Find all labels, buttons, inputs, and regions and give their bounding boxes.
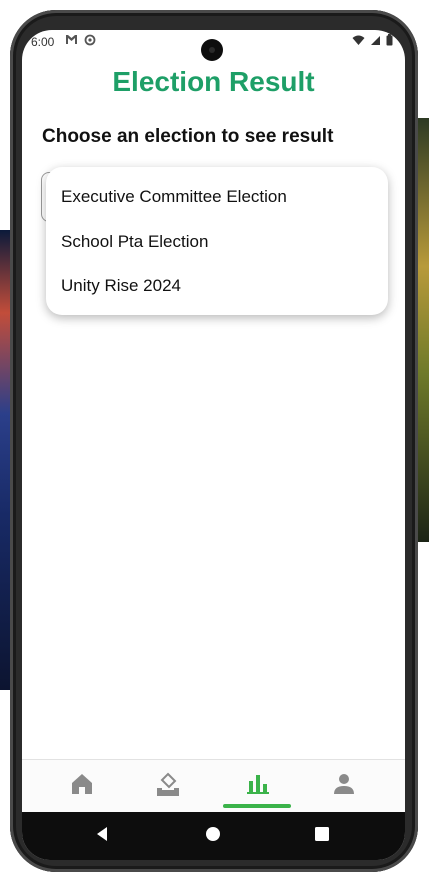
gmail-icon xyxy=(65,34,78,49)
active-tab-indicator xyxy=(223,804,291,808)
stage: 6:00 Election Result Choose an election … xyxy=(0,0,429,880)
status-right-icons xyxy=(352,34,393,49)
sync-icon xyxy=(84,34,96,49)
recents-icon xyxy=(315,826,329,846)
status-left-icons xyxy=(65,34,96,49)
person-icon xyxy=(332,772,356,801)
home-circle-icon xyxy=(205,826,221,847)
election-prompt: Choose an election to see result xyxy=(42,126,334,147)
bar-chart-icon xyxy=(246,772,270,801)
status-time: 6:00 xyxy=(31,35,55,49)
wifi-icon xyxy=(352,35,365,49)
back-button[interactable] xyxy=(90,824,114,848)
nav-home[interactable] xyxy=(34,760,130,812)
dropdown-option-school-pta[interactable]: School Pta Election xyxy=(46,220,388,265)
recents-button[interactable] xyxy=(310,824,334,848)
dropdown-option-unity-rise[interactable]: Unity Rise 2024 xyxy=(46,264,388,309)
nav-profile[interactable] xyxy=(296,760,392,812)
vote-icon xyxy=(155,771,181,802)
battery-icon xyxy=(386,34,393,49)
bottom-navigation xyxy=(22,759,405,812)
election-dropdown-menu: Executive Committee Election School Pta … xyxy=(46,167,388,315)
home-button[interactable] xyxy=(201,824,225,848)
dropdown-option-executive-committee[interactable]: Executive Committee Election xyxy=(46,175,388,220)
home-icon xyxy=(70,772,94,801)
signal-icon xyxy=(370,35,381,49)
system-navigation-bar xyxy=(22,812,405,860)
back-icon xyxy=(95,826,109,847)
nav-vote[interactable] xyxy=(120,760,216,812)
front-camera xyxy=(201,39,223,61)
phone-screen: 6:00 Election Result Choose an election … xyxy=(22,30,405,860)
page-title: Election Result xyxy=(112,66,315,97)
